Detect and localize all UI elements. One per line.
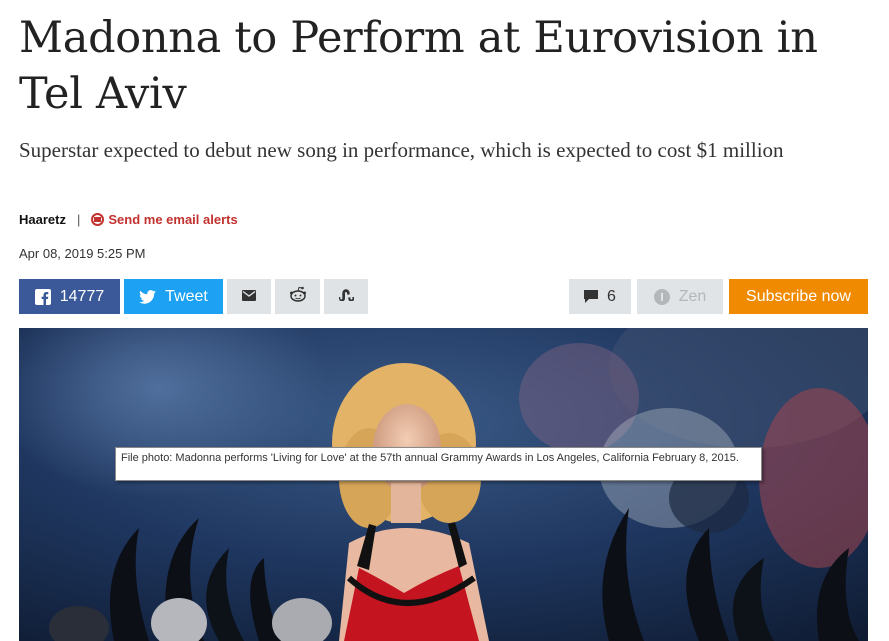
tweet-label: Tweet [165,287,208,305]
article-headline: Madonna to Perform at Eurovision in Tel … [19,13,818,119]
author-link[interactable]: Haaretz [19,212,66,227]
byline-separator: | [76,211,81,227]
tweet-button[interactable]: Tweet [124,279,223,314]
twitter-icon [139,289,157,304]
zen-mode-button[interactable]: Zen [637,279,723,314]
zen-icon [653,288,670,305]
stumbleupon-share-button[interactable] [324,279,368,314]
madonna-performance-image [19,328,868,641]
byline: Haaretz | Send me email alerts [19,210,238,228]
zen-label: Zen [678,287,707,305]
facebook-share-count: 14777 [59,287,105,305]
reddit-icon [289,286,307,307]
comments-button[interactable]: 6 [569,279,631,314]
comment-icon [584,290,599,303]
email-share-button[interactable] [227,279,271,314]
photo-caption-tooltip: File photo: Madonna performs 'Living for… [115,447,762,481]
mail-icon [242,288,256,306]
share-toolbar: 14777 Tweet 6 Zen Subscribe now [19,279,868,314]
email-alerts-link[interactable]: Send me email alerts [91,211,238,227]
stumbleupon-icon [338,288,355,306]
reddit-share-button[interactable] [275,279,320,314]
facebook-share-button[interactable]: 14777 [19,279,120,314]
article-subheadline: Superstar expected to debut new song in … [19,138,784,162]
subscribe-button[interactable]: Subscribe now [729,279,868,314]
article-photo [19,328,868,641]
email-alert-icon [91,212,105,226]
facebook-icon [34,288,51,305]
publish-date: Apr 08, 2019 5:25 PM [19,246,146,261]
comment-count: 6 [607,287,616,305]
email-alerts-label: Send me email alerts [108,211,238,227]
